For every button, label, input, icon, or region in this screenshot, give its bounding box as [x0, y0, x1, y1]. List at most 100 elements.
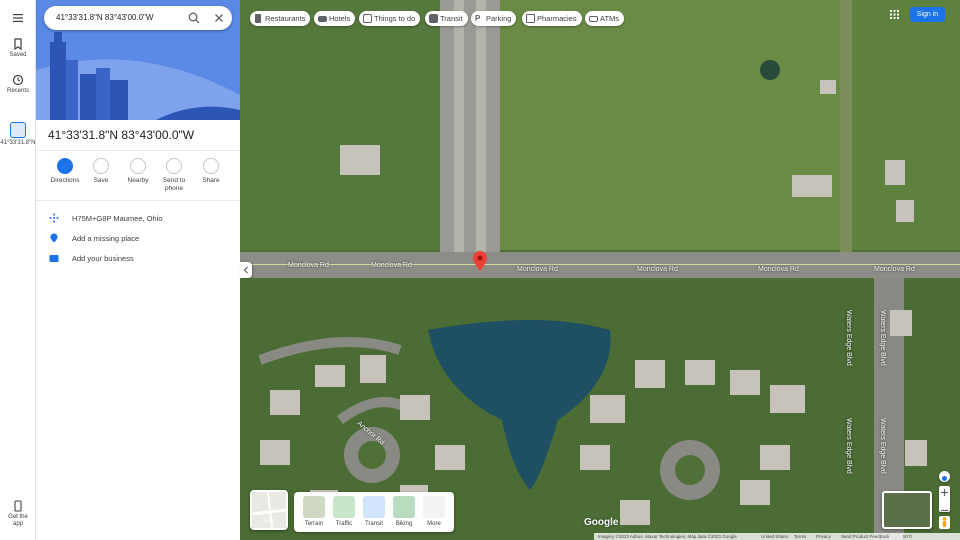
road-label: Waters Edge Blvd [845, 310, 852, 366]
place-title: 41°33'31.8"N 83°43'00.0"W [48, 128, 195, 142]
add-place-icon [50, 233, 58, 243]
terrain-icon [303, 496, 325, 518]
my-location-icon [942, 476, 947, 481]
feedback-link[interactable]: Send Product Feedback [841, 534, 889, 539]
road-label: Monclova Rd [637, 266, 678, 273]
chip-pharmacies[interactable]: Pharmacies [522, 11, 582, 26]
rail-item-label: Saved [9, 52, 27, 58]
layer-transit[interactable]: Transit [361, 496, 387, 527]
history-icon [12, 74, 24, 86]
share-button[interactable]: Share [193, 158, 229, 185]
add-missing-place-text: Add a missing place [72, 234, 140, 243]
hotel-icon [318, 16, 327, 22]
plus-code-icon [49, 213, 59, 223]
privacy-link[interactable]: Privacy [816, 534, 831, 539]
rail-item-place[interactable]: 41°33'31.8"N [0, 122, 36, 147]
rail-item-label: 41°33'31.8"N [0, 140, 36, 146]
layer-biking[interactable]: Biking [391, 496, 417, 527]
apps-grid-icon[interactable] [890, 10, 899, 19]
road-label: Waters Edge Blvd [845, 418, 852, 474]
nearby-button[interactable]: Nearby [120, 158, 156, 185]
bookmark-icon [14, 38, 22, 50]
nearby-icon [130, 158, 146, 174]
plus-code-row[interactable]: H75M+G8P Maumee, Ohio [36, 210, 240, 226]
rail-item-recents[interactable]: Recents [0, 74, 36, 95]
business-icon [49, 255, 59, 262]
sign-in-button[interactable]: Sign in [910, 7, 945, 22]
biking-icon [393, 496, 415, 518]
chip-label: Parking [486, 14, 512, 23]
bookmark-icon [93, 158, 109, 174]
chip-label: Hotels [329, 14, 351, 23]
send-to-phone-button[interactable]: Send to phone [156, 158, 192, 192]
plus-code-text: H75M+G8P Maumee, Ohio [72, 214, 163, 223]
layer-more[interactable]: More [421, 496, 447, 527]
chip-atms[interactable]: ATMs [585, 11, 625, 26]
chip-things-to-do[interactable]: Things to do [359, 11, 421, 26]
rail-item-saved[interactable]: Saved [0, 38, 36, 59]
layer-current-label: Map [263, 519, 275, 525]
transit-icon [363, 496, 385, 518]
satellite-imagery [240, 0, 960, 540]
terms-link[interactable]: Terms [794, 534, 806, 539]
restaurant-icon [255, 14, 261, 23]
pharmacy-icon [526, 14, 535, 23]
pegman-icon [942, 517, 947, 527]
zoom-in-icon[interactable] [939, 486, 950, 499]
road-label: Monclova Rd [874, 266, 915, 273]
layer-label: Terrain [304, 521, 324, 527]
chip-hotels[interactable]: Hotels [314, 11, 356, 26]
add-business-text: Add your business [72, 254, 134, 263]
layer-toggle[interactable]: Map [250, 490, 288, 530]
close-icon[interactable] [212, 11, 226, 25]
chip-label: Pharmacies [537, 14, 577, 23]
road-label: Monclova Rd [758, 266, 799, 273]
country-link[interactable]: United States [761, 534, 788, 539]
menu-icon[interactable] [12, 12, 24, 24]
phone-icon [166, 158, 182, 174]
street-view-thumbnail[interactable] [882, 491, 932, 529]
layer-label: Transit [364, 521, 384, 527]
place-hero-image: 41°33'31.8"N 83°43'00.0"W [36, 0, 240, 120]
chip-label: ATMs [600, 14, 620, 23]
divider [36, 150, 240, 151]
get-app-label: Get the app [8, 514, 28, 527]
scale-label: 50 ft [903, 534, 912, 539]
chip-parking[interactable]: P Parking [471, 11, 517, 26]
zoom-controls [939, 486, 950, 512]
left-rail: Saved Recents 41°33'31.8"N Get the app [0, 0, 36, 540]
search-icon[interactable] [187, 11, 201, 25]
layer-options: Terrain Traffic Transit Biking More [294, 492, 454, 532]
transit-icon [429, 14, 438, 23]
directions-button[interactable]: Directions [47, 158, 83, 185]
action-label: Save [93, 177, 109, 184]
search-input[interactable]: 41°33'31.8"N 83°43'00.0"W [56, 13, 176, 22]
road-label: Monclova Rd [288, 262, 329, 269]
action-label: Share [202, 177, 220, 184]
map-canvas[interactable]: Monclova Rd Monclova Rd Monclova Rd Monc… [240, 0, 960, 540]
parking-icon: P [475, 14, 481, 23]
location-pin-icon[interactable] [473, 251, 487, 271]
road-label: Monclova Rd [371, 262, 412, 269]
add-missing-place-row[interactable]: Add a missing place [36, 230, 240, 246]
map-footer: Imagery ©2023 Airbus, Maxar Technologies… [594, 533, 960, 540]
layer-traffic[interactable]: Traffic [331, 496, 357, 527]
chip-transit[interactable]: Transit [425, 11, 468, 26]
my-location-button[interactable] [939, 471, 950, 482]
chip-restaurants[interactable]: Restaurants [250, 11, 311, 26]
collapse-panel-button[interactable] [240, 262, 252, 278]
pegman-button[interactable] [939, 516, 950, 529]
rail-item-label: Recents [6, 88, 29, 94]
phone-icon [14, 500, 22, 512]
save-button[interactable]: Save [83, 158, 119, 185]
search-box[interactable]: 41°33'31.8"N 83°43'00.0"W [44, 6, 232, 30]
get-app-button[interactable]: Get the app [0, 500, 36, 528]
chip-label: Transit [440, 14, 463, 23]
add-business-row[interactable]: Add your business [36, 250, 240, 266]
layer-terrain[interactable]: Terrain [301, 496, 327, 527]
action-label: Nearby [127, 177, 149, 184]
chevron-left-icon [243, 266, 248, 274]
imagery-attribution: Imagery ©2023 Airbus, Maxar Technologies… [598, 534, 737, 539]
place-thumbnail-icon [10, 122, 26, 138]
layers-icon [423, 496, 445, 518]
